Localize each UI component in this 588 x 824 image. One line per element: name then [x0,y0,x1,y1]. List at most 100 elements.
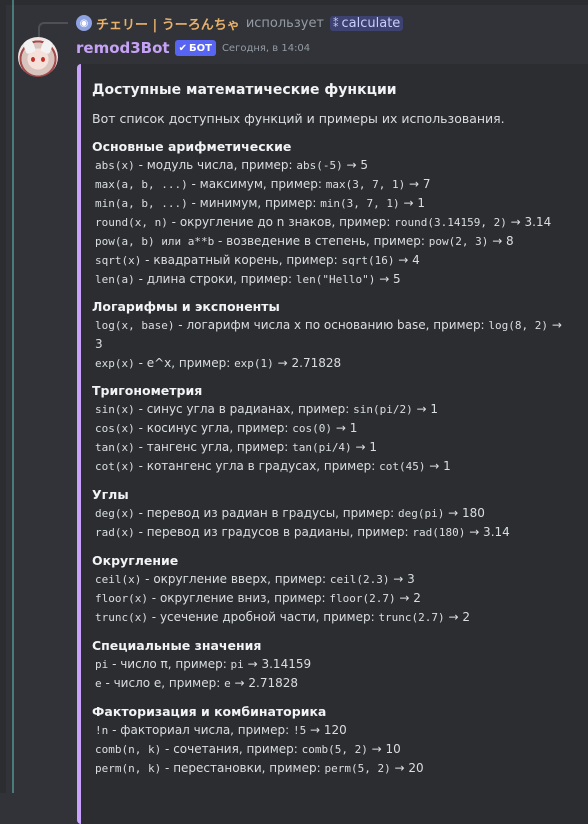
line-text: - модуль числа, пример: [134,158,297,172]
reply-uses-label: использует [245,15,325,31]
code-snippet: sqrt(16) [341,254,395,267]
line-text: → 4 [394,253,420,267]
code-snippet: comb(n, k) [95,743,162,756]
function-line: floor(x) - округление вниз, пример: floo… [95,591,421,605]
line-text: - сочетания, пример: [161,742,302,756]
function-line: ceil(x) - округление вверх, пример: ceil… [95,572,415,586]
function-line: exp(x) - e^x, пример: exp(1) → 2.71828 [95,356,341,370]
line-text: - округление до n знаков, пример: [167,215,395,229]
reply-preview[interactable]: ◉ チェリー | うーろんちゃ использует ⁑ calculate [58,13,404,33]
code-snippet: e [95,677,102,690]
line-text: - число π, пример: [108,657,231,671]
code-snippet: round(x, n) [95,216,168,229]
line-text: → 3.14 [506,215,552,229]
command-icon: ⁑ [333,16,339,30]
line-text: → 1 [412,402,439,416]
code-snippet: sin(x) [95,403,135,416]
line-text: - квадратный корень, пример: [141,253,342,267]
function-line: tan(x) - тангенс угла, пример: tan(pi/4)… [95,440,377,454]
thread-line [12,0,14,793]
function-line: !n - факториал числа, пример: !5 → 120 [95,723,347,737]
code-snippet: abs(x) [95,159,135,172]
line-text: - минимум, пример: [187,196,321,210]
top-bar [0,0,588,5]
code-snippet: max(a, b, ...) [95,178,188,191]
code-snippet: len(a) [95,273,135,286]
code-snippet: !n [95,724,109,737]
function-line: perm(n, k) - перестановки, пример: perm(… [95,761,424,775]
function-line: sin(x) - синус угла в радианах, пример: … [95,402,438,416]
line-text: → 1 [425,459,451,473]
line-text: → 2 [444,610,470,624]
code-snippet: floor(2.7) [329,592,396,605]
code-snippet: trunc(2.7) [378,611,445,624]
line-text: - косинус угла, пример: [134,421,293,435]
code-snippet: tan(x) [95,441,135,454]
function-line: pi - число π, пример: pi → 3.14159 [95,657,311,671]
section-heading: Логарифмы и экспоненты [92,299,280,314]
line-text: → 2 [395,591,421,605]
code-snippet: rad(x) [95,526,135,539]
code-snippet: log(8, 2) [488,319,549,332]
line-text: - тангенс угла, пример: [134,440,293,454]
function-line: cos(x) - косинус угла, пример: cos(0) → … [95,421,357,435]
bot-badge-label: БОТ [188,42,212,54]
code-snippet: min(3, 7, 1) [320,197,400,210]
line-text: → 10 [367,742,401,756]
section-heading: Основные арифметические [92,139,292,154]
code-snippet: e [224,677,231,690]
line-text: - перевод из радиан в градусы, пример: [134,506,398,520]
message-header: remod3Bot ✔ БОТ Сегодня, в 14:04 [76,38,310,58]
line-text: → 3 [389,572,415,586]
function-line: log(x, base) - логарифм числа x по основ… [95,318,562,332]
line-text: → 3.14159 [243,657,312,671]
function-line: abs(x) - модуль числа, пример: abs(-5) →… [95,158,368,172]
code-snippet: deg(x) [95,507,135,520]
line-text: → 20 [390,761,424,775]
function-line: min(a, b, ...) - минимум, пример: min(3,… [95,196,425,210]
function-line: deg(x) - перевод из радиан в градусы, пр… [95,506,485,520]
code-snippet: floor(x) [95,592,148,605]
code-snippet: ceil(2.3) [329,573,390,586]
section-heading: Тригонометрия [92,383,203,398]
line-text: → 7 [405,177,431,191]
avatar-eye-left [31,57,35,62]
line-text: → 8 [488,234,514,248]
command-chip[interactable]: ⁑ calculate [330,15,404,31]
line-text: 3 [95,337,103,351]
line-text: → 180 [444,506,485,520]
bot-badge: ✔ БОТ [174,40,216,56]
line-text: → 1 [399,196,425,210]
username[interactable]: remod3Bot [76,39,170,57]
code-snippet: max(3, 7, 1) [325,178,406,191]
line-text: → 120 [306,723,347,737]
line-text: - округление вверх, пример: [141,572,330,586]
function-line: sqrt(x) - квадратный корень, пример: sqr… [95,253,420,267]
thread-rail [0,0,6,793]
section-heading: Специальные значения [92,638,262,653]
code-snippet: exp(x) [95,357,135,370]
embed-description: Вот список доступных функций и примеры и… [92,111,505,126]
timestamp[interactable]: Сегодня, в 14:04 [222,43,310,54]
line-text: → 5 [342,158,369,172]
code-snippet: pow(2, 3) [428,235,489,248]
code-snippet: abs(-5) [296,159,343,172]
code-snippet: pi [95,658,109,671]
code-snippet: cos(x) [95,422,135,435]
verified-check-icon: ✔ [178,42,187,54]
function-line: max(a, b, ...) - максимум, пример: max(3… [95,177,431,191]
code-snippet: sin(pi/2) [353,403,413,416]
reply-username[interactable]: チェリー | うーろんちゃ [96,14,240,33]
function-line: comb(n, k) - сочетания, пример: comb(5, … [95,742,401,756]
line-text: - длина строки, пример: [134,272,296,286]
line-text: - e^x, пример: [134,356,235,370]
line-text: - логарифм числа x по основанию base, пр… [174,318,489,332]
code-snippet: ceil(x) [95,573,142,586]
section-heading: Округление [92,553,179,568]
line-text: → [548,318,562,332]
reply-avatar-icon[interactable]: ◉ [76,15,92,31]
function-line: rad(x) - перевод из градусов в радианы, … [95,525,510,539]
avatar[interactable] [18,37,58,77]
code-snippet: deg(pi) [397,507,445,520]
avatar-ear-right [39,37,55,55]
